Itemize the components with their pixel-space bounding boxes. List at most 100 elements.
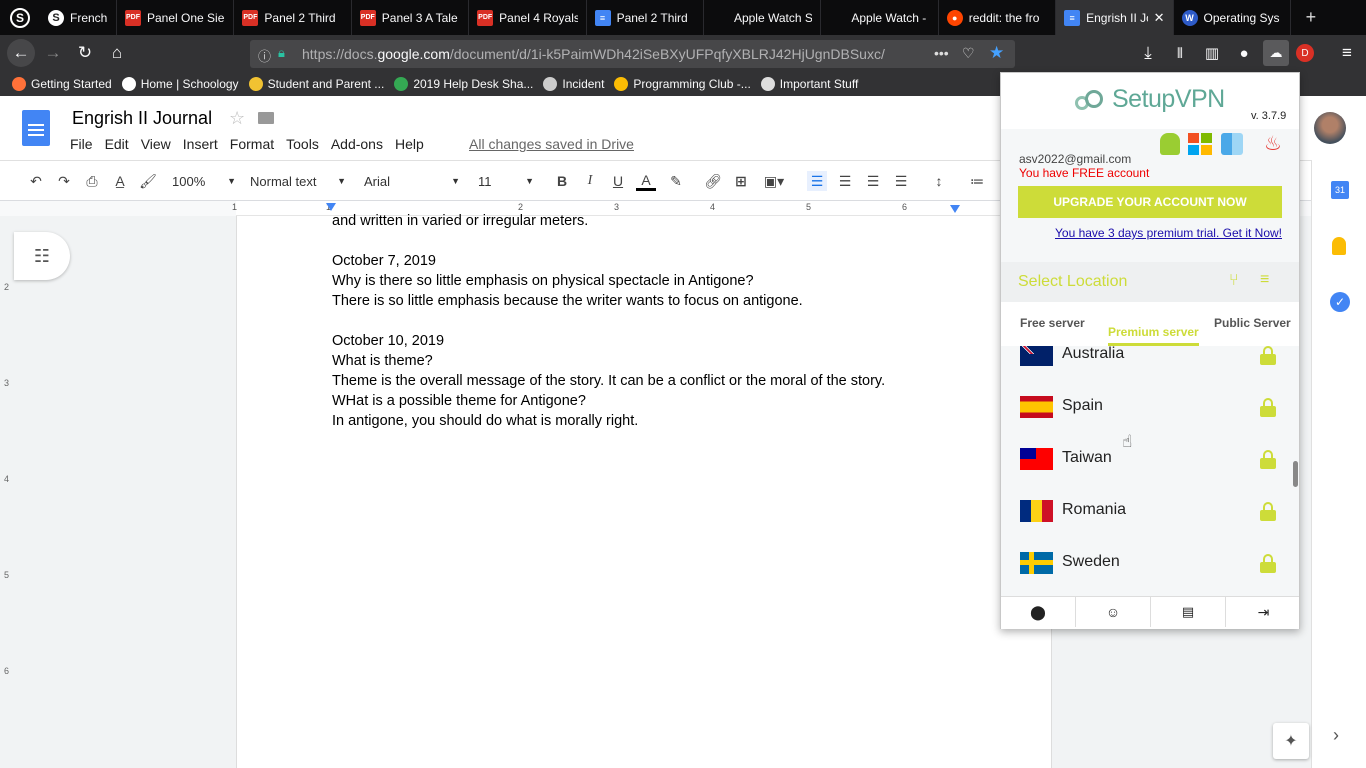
tab-public-server[interactable]: Public Server — [1214, 316, 1291, 330]
docs-logo-icon[interactable] — [22, 110, 50, 146]
tab-6[interactable]: ≡ Panel 2 Third — [587, 0, 704, 35]
home-icon[interactable]: ⌂ — [104, 40, 130, 66]
filter-icon[interactable]: ⑂ — [1229, 272, 1239, 290]
justify-icon[interactable]: ☰ — [891, 171, 911, 191]
menu-icon[interactable]: ≡ — [1334, 40, 1360, 66]
location-item-sweden[interactable]: Sweden — [1001, 543, 1291, 576]
location-item-romania[interactable]: Romania — [1001, 491, 1291, 531]
menu-format[interactable]: Format — [224, 136, 280, 152]
location-item-taiwan[interactable]: Taiwan — [1001, 439, 1291, 479]
size-select[interactable]: 11 ▼ — [478, 171, 534, 191]
account-card-icon[interactable]: ▤ — [1151, 597, 1226, 627]
tasks-icon[interactable]: ✓ — [1330, 292, 1350, 312]
menu-help[interactable]: Help — [389, 136, 430, 152]
fire-icon[interactable]: ♨ — [1264, 131, 1282, 156]
font-select[interactable]: Arial ▼ — [364, 171, 460, 191]
upgrade-button[interactable]: UPGRADE YOUR ACCOUNT NOW — [1018, 186, 1282, 218]
calendar-icon[interactable]: 31 — [1331, 181, 1349, 199]
windows-icon[interactable] — [1188, 133, 1212, 155]
schoology-pinned-icon[interactable]: S — [10, 8, 30, 28]
tab-2[interactable]: PDF Panel One Sie — [117, 0, 235, 35]
ip-location-icon[interactable]: ⬤ — [1001, 597, 1076, 627]
tab-9[interactable]: ● reddit: the fro — [939, 0, 1057, 35]
bold-icon[interactable]: B — [552, 171, 572, 191]
pocket-icon[interactable]: ♡ — [962, 45, 975, 62]
align-right-icon[interactable]: ☰ — [863, 171, 883, 191]
highlight-icon[interactable]: ✎ — [666, 171, 686, 191]
menu-view[interactable]: View — [135, 136, 177, 152]
menu-edit[interactable]: Edit — [99, 136, 135, 152]
tab-5[interactable]: PDF Panel 4 Royals — [469, 0, 587, 35]
bookmark-item[interactable]: Important Stuff — [760, 77, 858, 91]
document-title[interactable]: Engrish II Journal — [72, 108, 212, 129]
close-tab-icon[interactable]: ✕ — [1154, 10, 1165, 26]
url-bar[interactable]: ⓘ 🔒︎ https://docs. google.com/document/d/… — [250, 40, 1015, 68]
bookmark-item[interactable]: Incident — [543, 77, 604, 91]
save-status-link[interactable]: All changes saved in Drive — [469, 136, 634, 152]
tab-7[interactable]: Apple Watch S — [704, 0, 822, 35]
downloads-icon[interactable]: ⤓ — [1135, 40, 1161, 66]
info-icon[interactable]: ⓘ — [258, 46, 271, 65]
align-left-icon[interactable]: ☰ — [807, 171, 827, 191]
undo-icon[interactable]: ↶ — [26, 171, 46, 191]
user-avatar[interactable] — [1314, 112, 1346, 144]
italic-icon[interactable]: I — [580, 171, 600, 191]
paint-format-icon[interactable]: 🖌︎ — [138, 171, 158, 191]
link-icon[interactable]: 🔗︎ — [703, 171, 723, 191]
vpn-extension-icon[interactable]: ☁ — [1263, 40, 1289, 66]
tab-11[interactable]: W Operating Sys — [1174, 0, 1291, 35]
menu-file[interactable]: File — [70, 136, 99, 152]
bookmark-item[interactable]: 2019 Help Desk Sha... — [394, 77, 533, 91]
print-icon[interactable]: ⎙ — [82, 171, 102, 191]
numbered-list-icon[interactable]: ≔ — [967, 171, 987, 191]
trial-link[interactable]: You have 3 days premium trial. Get it No… — [1055, 226, 1282, 240]
scrollbar-thumb[interactable] — [1293, 461, 1298, 487]
zoom-select[interactable]: 100% ▼ — [172, 171, 236, 191]
folder-icon[interactable] — [258, 112, 274, 124]
explore-icon[interactable]: ✦ — [1273, 723, 1309, 759]
bookmark-item[interactable]: Programming Club -... — [614, 77, 751, 91]
finder-icon[interactable] — [1221, 133, 1243, 155]
keep-icon[interactable] — [1332, 237, 1346, 255]
tab-4[interactable]: PDF Panel 3 A Tale — [352, 0, 470, 35]
bookmark-item[interactable]: Student and Parent ... — [248, 77, 384, 91]
style-select[interactable]: Normal text ▼ — [250, 171, 346, 191]
reload-icon[interactable]: ↻ — [72, 40, 98, 66]
menu-addons[interactable]: Add-ons — [325, 136, 389, 152]
image-icon[interactable]: ▣▾ — [759, 171, 789, 191]
expand-panel-icon[interactable]: › — [1333, 725, 1339, 746]
location-item-spain[interactable]: Spain — [1001, 387, 1291, 427]
tab-1[interactable]: S French Revolu — [40, 0, 117, 35]
star-icon[interactable]: ☆ — [229, 108, 245, 129]
location-item-australia[interactable]: Australia — [1001, 346, 1291, 375]
tab-8[interactable]: Apple Watch - — [821, 0, 939, 35]
forward-icon[interactable]: → — [40, 40, 66, 66]
support-icon[interactable]: ☺ — [1076, 597, 1151, 627]
library-icon[interactable]: ⫴ — [1167, 40, 1193, 66]
tab-premium-server[interactable]: Premium server — [1108, 325, 1199, 346]
android-icon[interactable] — [1160, 133, 1180, 155]
bookmark-star-icon[interactable]: ★ — [989, 43, 1004, 63]
d-extension-icon[interactable]: D — [1296, 44, 1314, 62]
sort-icon[interactable]: ≡ — [1260, 271, 1269, 289]
menu-insert[interactable]: Insert — [177, 136, 224, 152]
comment-icon[interactable]: ⊞ — [731, 171, 751, 191]
logout-icon[interactable]: ⇥ — [1226, 597, 1301, 627]
underline-icon[interactable]: U — [608, 171, 628, 191]
bookmark-item[interactable]: Getting Started — [12, 77, 112, 91]
line-spacing-icon[interactable]: ↕ — [929, 171, 949, 191]
account-icon[interactable]: ● — [1231, 40, 1257, 66]
tab-free-server[interactable]: Free server — [1020, 316, 1085, 330]
align-center-icon[interactable]: ☰ — [835, 171, 855, 191]
text-color-icon[interactable]: A — [636, 171, 656, 191]
bookmark-item[interactable]: Home | Schoology — [121, 77, 239, 91]
menu-tools[interactable]: Tools — [280, 136, 325, 152]
more-actions-icon[interactable]: ••• — [934, 45, 949, 61]
back-icon[interactable]: ← — [7, 39, 35, 67]
outline-icon[interactable]: ☷ — [14, 232, 70, 280]
new-tab-icon[interactable]: + — [1291, 0, 1331, 35]
right-indent-icon[interactable] — [950, 205, 960, 213]
tab-3[interactable]: PDF Panel 2 Third — [234, 0, 352, 35]
spellcheck-icon[interactable]: A̲ — [110, 171, 130, 191]
tab-10[interactable]: ≡ Engrish II Jo ✕ — [1056, 0, 1174, 35]
